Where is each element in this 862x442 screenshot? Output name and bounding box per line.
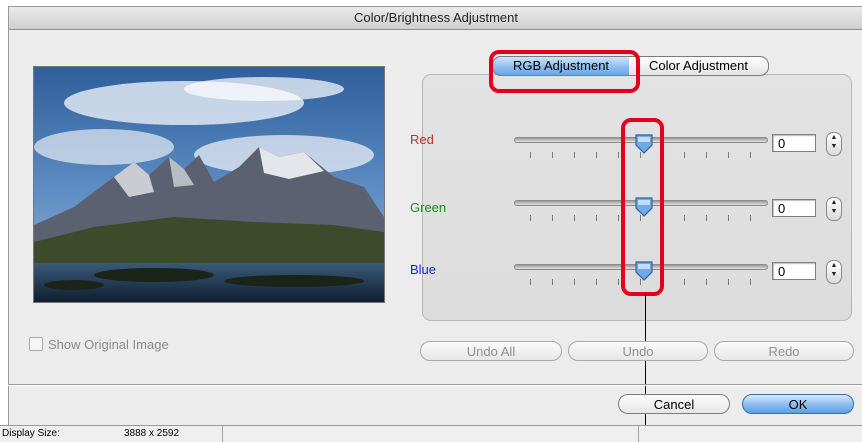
ok-button[interactable]: OK bbox=[742, 394, 854, 414]
show-original-checkbox[interactable]: Show Original Image bbox=[29, 336, 169, 354]
slider-tick bbox=[706, 215, 707, 221]
slider-tick bbox=[684, 152, 685, 158]
slider-tick bbox=[574, 152, 575, 158]
separator bbox=[8, 384, 862, 386]
show-original-label: Show Original Image bbox=[48, 337, 169, 352]
slider-tick bbox=[684, 215, 685, 221]
slider-tick bbox=[596, 279, 597, 285]
slider-tick bbox=[552, 215, 553, 221]
slider-tick bbox=[750, 152, 751, 158]
slider-tick bbox=[596, 215, 597, 221]
display-size-label: Display Size: bbox=[2, 428, 60, 439]
slider-tick bbox=[596, 152, 597, 158]
undo-button[interactable]: Undo bbox=[568, 341, 708, 361]
slider-tick bbox=[728, 215, 729, 221]
display-size-value: 3888 x 2592 bbox=[124, 428, 180, 439]
slider-tick bbox=[728, 152, 729, 158]
blue-stepper-icon[interactable]: ▲ ▼ bbox=[826, 260, 842, 284]
slider-tick bbox=[530, 215, 531, 221]
green-label: Green bbox=[410, 200, 447, 215]
status-divider bbox=[222, 426, 223, 442]
red-value-field[interactable]: 0 bbox=[772, 134, 816, 152]
tab-color-adjustment[interactable]: Color Adjustment bbox=[629, 56, 769, 76]
status-bar: Display Size: 3888 x 2592 bbox=[0, 425, 862, 442]
slider-tick bbox=[552, 152, 553, 158]
undo-all-button[interactable]: Undo All bbox=[420, 341, 562, 361]
redo-button[interactable]: Redo bbox=[714, 341, 854, 361]
tab-highlight-box bbox=[489, 50, 640, 93]
red-label: Red bbox=[410, 132, 434, 147]
slider-tick bbox=[618, 279, 619, 285]
checkbox-icon[interactable] bbox=[29, 337, 43, 351]
cancel-button[interactable]: Cancel bbox=[618, 394, 730, 414]
slider-tick bbox=[706, 152, 707, 158]
slider-tick bbox=[530, 152, 531, 158]
red-stepper-icon[interactable]: ▲ ▼ bbox=[826, 132, 842, 156]
slider-tick bbox=[552, 279, 553, 285]
slider-tick bbox=[750, 215, 751, 221]
status-divider bbox=[638, 426, 639, 442]
slider-thumb-highlight-box bbox=[621, 118, 664, 296]
slider-tick bbox=[574, 215, 575, 221]
window-title: Color/Brightness Adjustment bbox=[353, 10, 519, 25]
blue-label: Blue bbox=[410, 262, 437, 277]
green-value-field[interactable]: 0 bbox=[772, 199, 816, 217]
title-bar: Color/Brightness Adjustment bbox=[9, 7, 862, 30]
slider-tick bbox=[706, 279, 707, 285]
slider-tick bbox=[728, 279, 729, 285]
preview-image bbox=[33, 66, 385, 303]
slider-tick bbox=[530, 279, 531, 285]
green-stepper-icon[interactable]: ▲ ▼ bbox=[826, 197, 842, 221]
callout-line bbox=[645, 294, 646, 441]
slider-tick bbox=[684, 279, 685, 285]
slider-tick bbox=[618, 152, 619, 158]
slider-tick bbox=[618, 215, 619, 221]
slider-tick bbox=[574, 279, 575, 285]
blue-value-field[interactable]: 0 bbox=[772, 262, 816, 280]
slider-tick bbox=[750, 279, 751, 285]
